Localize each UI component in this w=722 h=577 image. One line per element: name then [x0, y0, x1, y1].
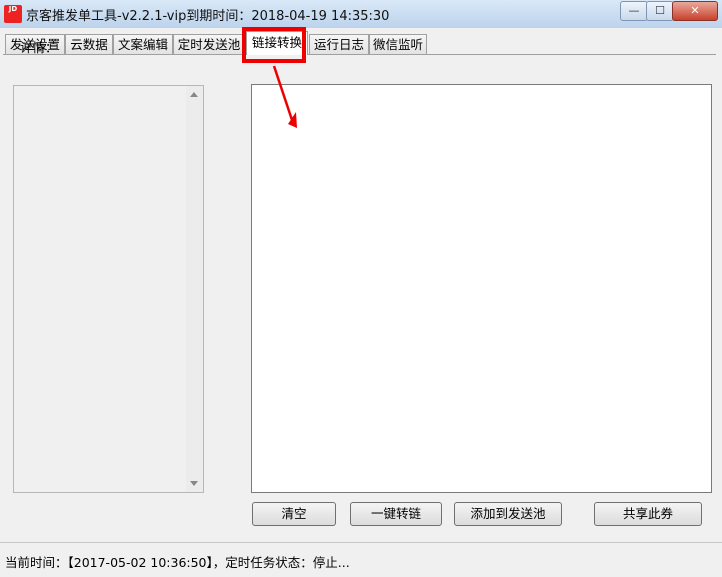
tab-run-log[interactable]: 运行日志: [309, 34, 369, 54]
status-text: 当前时间：【2017-05-02 10:36:50】，定时任务状态：停止...: [5, 555, 350, 570]
tab-cloud-data[interactable]: 云数据: [65, 34, 113, 54]
title-bar: JD 京客推发单工具-v2.2.1-vip到期时间：2018-04-19 14:…: [0, 0, 722, 29]
tab-wechat-monitor[interactable]: 微信监听: [369, 34, 427, 54]
detail-list[interactable]: [13, 85, 204, 493]
highlight-box: [242, 27, 306, 63]
minimize-button[interactable]: —: [620, 1, 648, 21]
tab-copy-edit[interactable]: 文案编辑: [113, 34, 173, 54]
scroll-up-icon[interactable]: [190, 92, 198, 97]
clear-button[interactable]: 清空: [252, 502, 336, 526]
status-bar: 当前时间：【2017-05-02 10:36:50】，定时任务状态：停止...: [0, 542, 722, 577]
minimize-icon: —: [628, 4, 640, 17]
add-to-pool-button[interactable]: 添加到发送池: [454, 502, 562, 526]
detail-label: 详情：: [20, 40, 58, 55]
maximize-button[interactable]: ☐: [646, 1, 674, 21]
link-input-area[interactable]: [251, 84, 712, 493]
share-coupon-button[interactable]: 共享此券: [594, 502, 702, 526]
maximize-icon: ☐: [655, 4, 665, 17]
convert-links-button[interactable]: 一键转链: [350, 502, 442, 526]
close-button[interactable]: ✕: [672, 1, 718, 21]
app-icon: JD: [4, 5, 22, 23]
tab-scheduled-pool[interactable]: 定时发送池: [173, 34, 245, 54]
scrollbar[interactable]: [186, 86, 203, 492]
scroll-down-icon[interactable]: [190, 481, 198, 486]
close-icon: ✕: [690, 4, 700, 17]
window-title: 京客推发单工具-v2.2.1-vip到期时间：2018-04-19 14:35:…: [26, 9, 390, 24]
